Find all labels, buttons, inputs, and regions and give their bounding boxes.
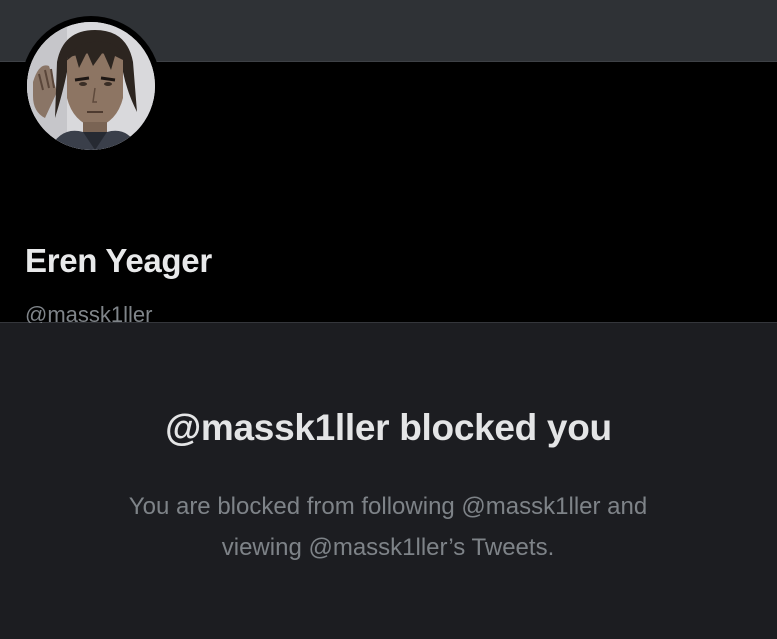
- blocked-notice: @massk1ller blocked you You are blocked …: [0, 323, 777, 639]
- blocked-title: @massk1ller blocked you: [165, 407, 612, 448]
- avatar-image: [27, 22, 155, 150]
- profile-page: Eren Yeager @massk1ller @massk1ller bloc…: [0, 0, 777, 639]
- avatar[interactable]: [21, 16, 161, 156]
- display-name: Eren Yeager: [25, 242, 212, 279]
- blocked-description: You are blocked from following @massk1ll…: [128, 493, 648, 561]
- avatar-portrait-icon: [27, 22, 155, 150]
